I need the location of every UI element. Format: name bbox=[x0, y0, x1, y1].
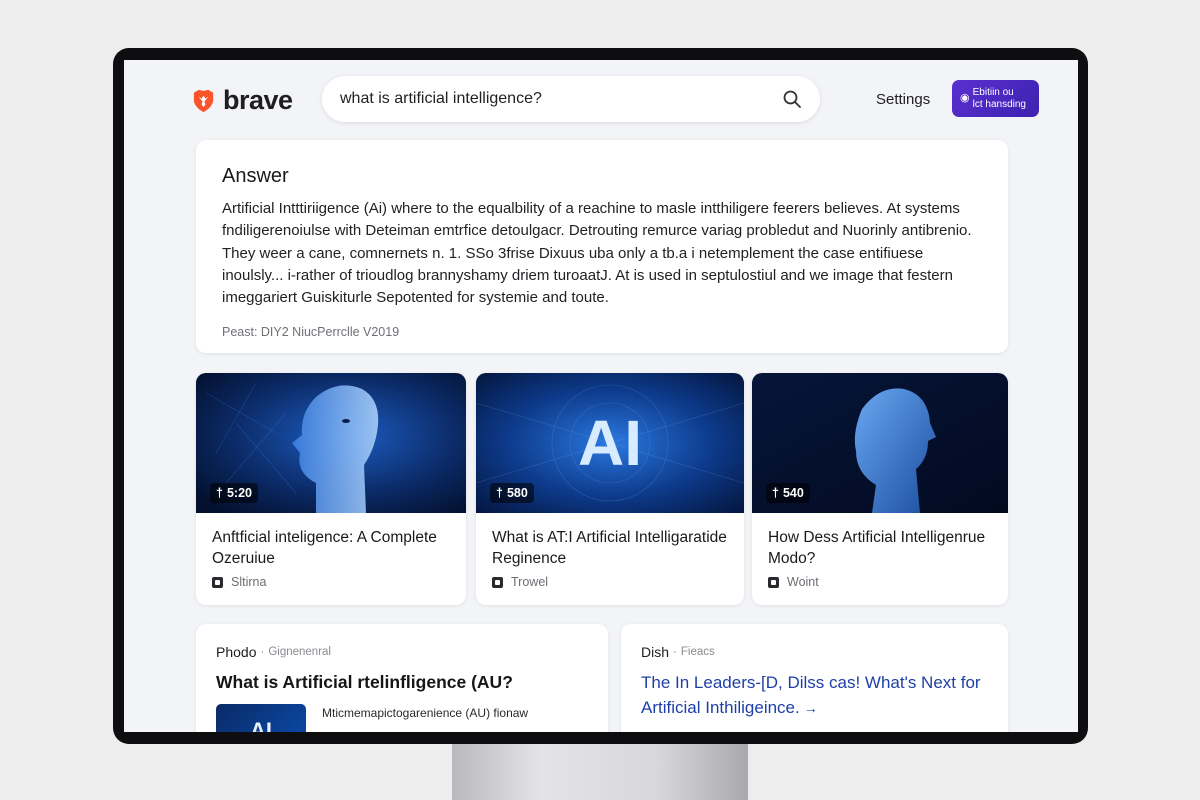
search-input[interactable] bbox=[340, 90, 782, 108]
video-source: Sltirna bbox=[212, 575, 266, 589]
answer-card: Answer Artificial Intttiriigence (Ai) wh… bbox=[196, 140, 1008, 353]
answer-body: Artificial Intttiriigence (Ai) where to … bbox=[222, 200, 972, 307]
search-bar[interactable] bbox=[322, 76, 820, 122]
premium-icon: ◉ bbox=[960, 92, 970, 104]
search-icon[interactable] bbox=[782, 89, 802, 109]
result-meta: Dish · Fieacs bbox=[641, 644, 715, 660]
brave-logo[interactable]: brave bbox=[190, 84, 293, 116]
monitor-stand bbox=[452, 742, 748, 800]
premium-button[interactable]: ◉ Ebitiin ou lct hansding bbox=[952, 80, 1039, 117]
premium-label-line1: Ebitiin ou bbox=[972, 86, 1014, 98]
result-site-sub: Gignenenral bbox=[268, 646, 331, 658]
result-title-link[interactable]: The In Leaders-[D, Dilss cas! What's Nex… bbox=[641, 670, 988, 721]
result-meta: Phodo · Gignenenral bbox=[216, 644, 331, 660]
video-views-badge: † 540 bbox=[766, 483, 810, 503]
views-icon: † bbox=[216, 486, 223, 500]
views-icon: † bbox=[772, 486, 779, 500]
result-site-sub: Fieacs bbox=[680, 646, 715, 658]
video-card[interactable]: † 540 How Dess Artificial Intelligenrue … bbox=[752, 373, 1008, 605]
result-snippet: Mticmemapictogarenience (AU) fionaw bbox=[322, 706, 529, 720]
ai-thumb-text: AI bbox=[578, 407, 642, 479]
video-title[interactable]: How Dess Artificial Intelligenrue Modo? bbox=[752, 513, 1008, 569]
source-favicon-icon bbox=[212, 576, 223, 588]
video-views-badge: † 580 bbox=[490, 483, 534, 503]
browser-screen: brave Settings ◉ Ebitiin ou lct hansding… bbox=[124, 60, 1078, 732]
video-card[interactable]: † 5:20 Anftficial inteligence: A Complet… bbox=[196, 373, 466, 605]
result-thumbnail[interactable]: AI bbox=[216, 704, 306, 732]
video-thumbnail[interactable]: † 5:20 bbox=[196, 373, 466, 513]
video-views-badge: † 5:20 bbox=[210, 483, 258, 503]
result-site-name: Phodo bbox=[216, 644, 257, 660]
video-title[interactable]: What is AT:I Artificial Intelligaratide … bbox=[476, 513, 744, 569]
video-source: Trowel bbox=[492, 575, 548, 589]
source-favicon-icon bbox=[768, 576, 779, 588]
result-title[interactable]: What is Artificial rtelinfligence (AU? bbox=[216, 670, 588, 694]
result-site-name: Dish bbox=[641, 644, 670, 660]
search-result[interactable]: Dish · Fieacs The In Leaders-[D, Dilss c… bbox=[621, 624, 1008, 732]
source-favicon-icon bbox=[492, 576, 503, 588]
result-thumb-text: AI bbox=[250, 718, 272, 732]
arrow-right-icon: → bbox=[803, 700, 818, 716]
video-thumbnail[interactable]: AI † 580 bbox=[476, 373, 744, 513]
search-result[interactable]: Phodo · Gignenenral What is Artificial r… bbox=[196, 624, 608, 732]
brave-lion-icon bbox=[193, 89, 214, 112]
settings-link[interactable]: Settings bbox=[876, 90, 930, 110]
video-thumbnail[interactable]: † 540 bbox=[752, 373, 1008, 513]
video-source: Woint bbox=[768, 575, 819, 589]
brave-wordmark: brave bbox=[223, 85, 293, 115]
answer-title: Answer bbox=[222, 165, 289, 187]
answer-source[interactable]: Peast: DIY2 NiucPerrclle V2019 bbox=[222, 325, 982, 339]
premium-label-line2: lct hansding bbox=[972, 98, 1026, 110]
video-title[interactable]: Anftficial inteligence: A Complete Ozeru… bbox=[196, 513, 466, 569]
views-icon: † bbox=[496, 486, 503, 500]
video-card[interactable]: AI † 580 What is AT:I Artificial Intelli… bbox=[476, 373, 744, 605]
